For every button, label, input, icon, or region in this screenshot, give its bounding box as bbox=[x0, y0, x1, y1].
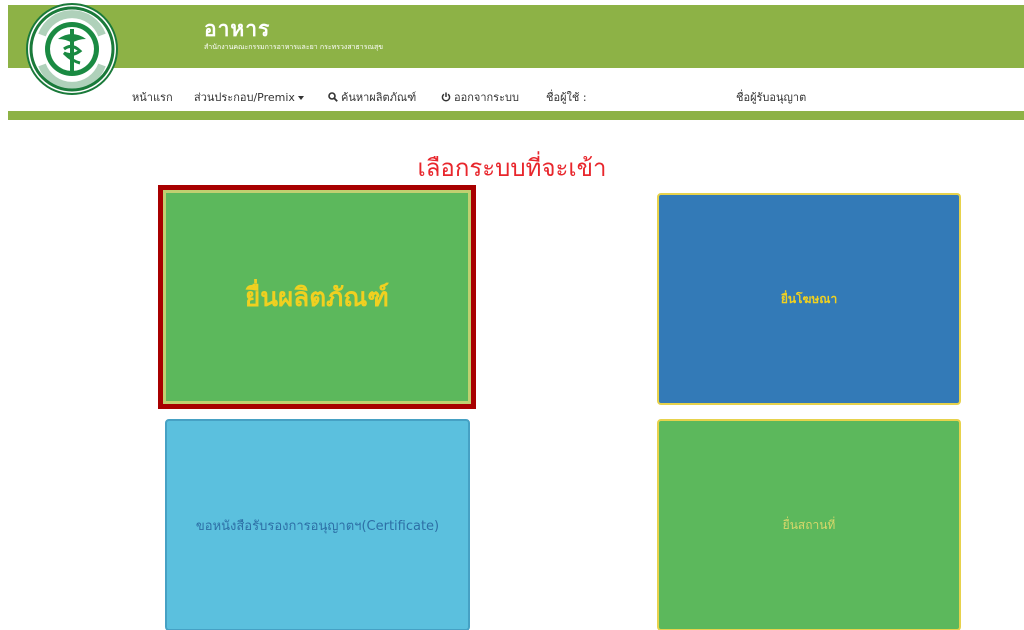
ministry-logo[interactable] bbox=[26, 3, 118, 95]
page-title: เลือกระบบที่จะเข้า bbox=[417, 154, 607, 182]
nav-premix-dropdown[interactable]: ส่วนประกอบ/Premix bbox=[194, 88, 304, 106]
nav-home-link[interactable]: หน้าแรก bbox=[132, 88, 173, 106]
submit-location-tile[interactable]: ยื่นสถานที่ bbox=[657, 419, 961, 630]
submit-product-tile[interactable]: ยื่นผลิตภัณฑ์ bbox=[158, 185, 476, 409]
nav-licensee-label: ชื่อผู้รับอนุญาต bbox=[736, 91, 807, 104]
nav-search-link[interactable]: ค้นหาผลิตภัณฑ์ bbox=[328, 88, 416, 106]
ministry-emblem-icon bbox=[29, 6, 115, 92]
submit-advert-label: ยื่นโฆษณา bbox=[780, 291, 838, 306]
app-subtitle: สำนักงานคณะกรรมการอาหารและยา กระทรวงสาธา… bbox=[204, 43, 384, 51]
nav-premix-label: ส่วนประกอบ/Premix bbox=[194, 91, 295, 104]
submit-product-label: ยื่นผลิตภัณฑ์ bbox=[245, 282, 389, 313]
navbar: หน้าแรก ส่วนประกอบ/Premix ค้นหาผลิตภัณฑ์… bbox=[8, 68, 1024, 111]
submit-advert-tile[interactable]: ยื่นโฆษณา bbox=[657, 193, 961, 405]
request-certificate-label: ขอหนังสือรับรองการอนุญาตฯ(Certificate) bbox=[195, 518, 440, 534]
nav-logout-label: ออกจากระบบ bbox=[454, 91, 519, 104]
nav-divider bbox=[8, 111, 1024, 120]
nav-home-label: หน้าแรก bbox=[132, 91, 173, 104]
nav-user-label: ชื่อผู้ใช้ : bbox=[546, 91, 587, 104]
nav-search-label: ค้นหาผลิตภัณฑ์ bbox=[341, 91, 417, 104]
header-bar bbox=[8, 5, 1024, 68]
caret-down-icon bbox=[297, 96, 304, 100]
request-certificate-tile[interactable]: ขอหนังสือรับรองการอนุญาตฯ(Certificate) bbox=[165, 419, 470, 630]
search-icon bbox=[328, 92, 338, 102]
submit-location-label: ยื่นสถานที่ bbox=[782, 517, 836, 532]
nav-logout-link[interactable]: ออกจากระบบ bbox=[441, 88, 519, 106]
power-icon bbox=[441, 92, 451, 102]
